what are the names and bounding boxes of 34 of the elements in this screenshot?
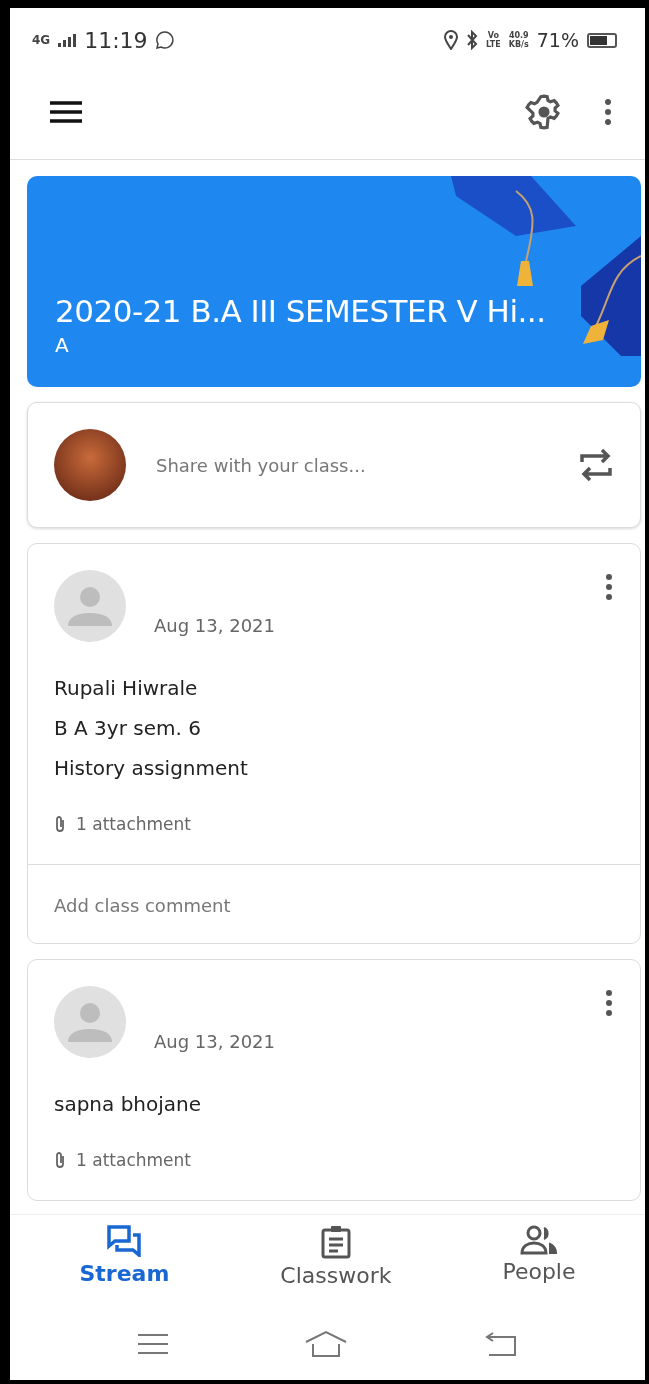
- user-silhouette-icon: [54, 570, 126, 642]
- user-silhouette-icon: [54, 986, 126, 1058]
- nav-tab[interactable]: Classwork: [276, 1225, 396, 1318]
- clipboard-icon: [320, 1225, 351, 1259]
- post-text: History assignment: [54, 756, 249, 780]
- signal-icon: [58, 33, 77, 47]
- nav-tab[interactable]: People: [498, 1225, 580, 1318]
- volte-indicator: Vo LTE: [486, 31, 501, 49]
- post-text: sapna bhojane: [54, 1092, 203, 1116]
- attachment-count[interactable]: 1 attachment: [76, 814, 191, 834]
- whatsapp-icon: [155, 31, 174, 49]
- comment-field[interactable]: Add class comment: [28, 864, 640, 943]
- location-pin-icon: [444, 30, 459, 50]
- battery-percent: 71%: [536, 29, 579, 51]
- more-options-button[interactable]: [606, 574, 612, 603]
- bluetooth-icon: [466, 30, 479, 50]
- post-text: Rupali Hiwrale: [54, 676, 199, 700]
- more-vert-icon: [605, 98, 611, 125]
- clock-time: 11:19: [84, 27, 148, 53]
- network-speed: 40.9 KB/s: [508, 31, 529, 49]
- post-date: Aug 13, 2021: [154, 615, 277, 638]
- class-section: A: [55, 333, 621, 357]
- people-icon: [519, 1225, 558, 1255]
- battery-icon: [587, 32, 617, 48]
- paperclip-icon: [54, 815, 66, 833]
- more-options-button[interactable]: [606, 990, 612, 1019]
- class-title: 2020-21 B.A III SEMESTER V Hi...: [55, 293, 547, 329]
- paperclip-icon: [54, 1151, 66, 1169]
- chat-bubbles-icon: [107, 1225, 142, 1257]
- attachment-count[interactable]: 1 attachment: [76, 1150, 191, 1170]
- post-text: B A 3yr sem. 6: [54, 716, 202, 740]
- post-date: Aug 13, 2021: [154, 1031, 277, 1054]
- network-type: 4G: [32, 33, 51, 47]
- nav-tab[interactable]: Stream: [75, 1225, 174, 1318]
